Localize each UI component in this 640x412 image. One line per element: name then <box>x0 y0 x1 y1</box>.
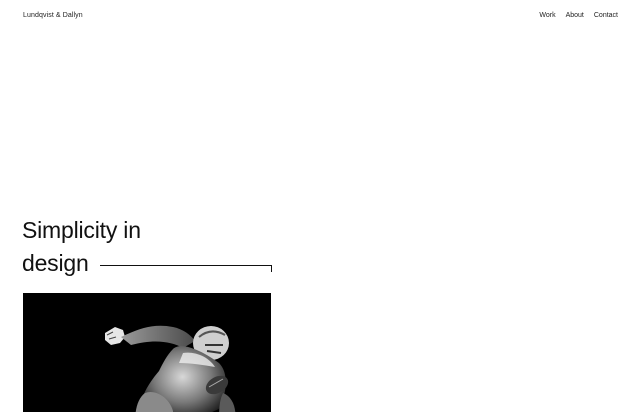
hero-heading-line-1: Simplicity in <box>22 217 141 243</box>
decorative-rule <box>99 264 273 272</box>
page: Lundqvist & Dallyn Work About Contact Si… <box>0 0 640 412</box>
nav-item-work[interactable]: Work <box>539 11 555 20</box>
hero-heading-row-2: design <box>22 247 273 280</box>
football-player-image <box>23 293 271 412</box>
hero-heading-line-2: design <box>22 250 89 276</box>
nav-item-contact[interactable]: Contact <box>594 11 618 20</box>
brand-logo[interactable]: Lundqvist & Dallyn <box>23 11 83 20</box>
feature-image[interactable] <box>23 293 271 412</box>
main-nav: Work About Contact <box>539 11 618 20</box>
nav-item-about[interactable]: About <box>566 11 584 20</box>
hero-heading: Simplicity in design <box>22 214 273 280</box>
